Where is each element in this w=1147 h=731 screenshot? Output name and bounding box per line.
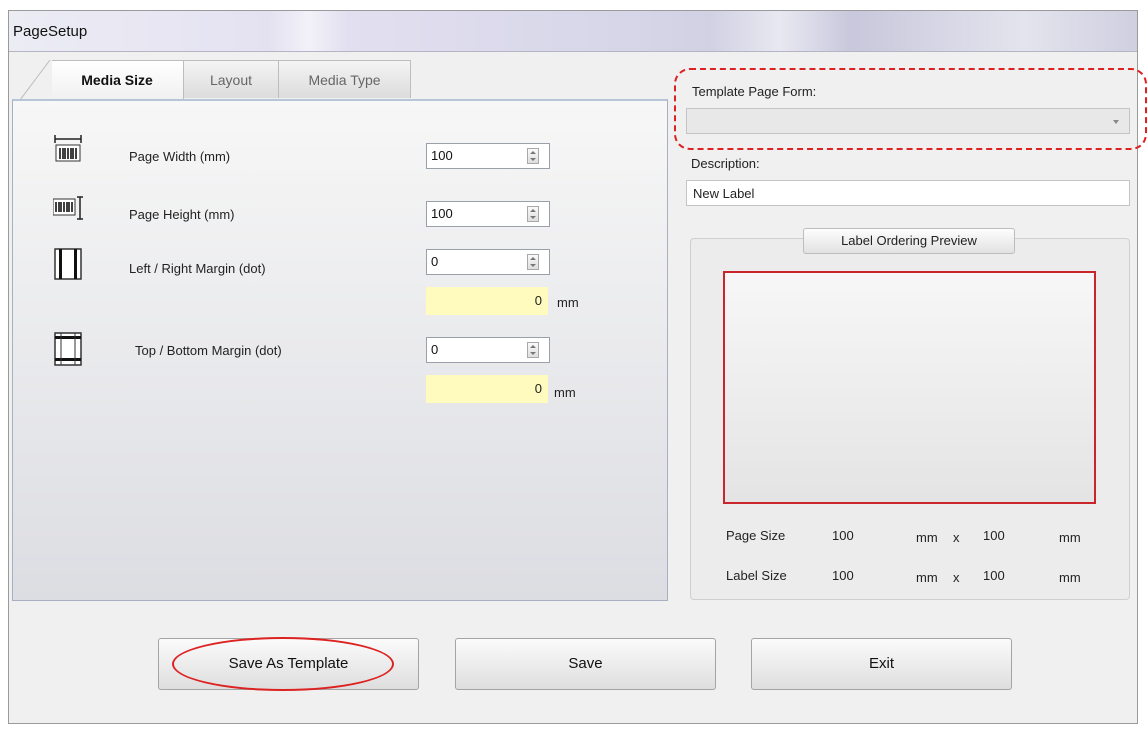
label-size-unit: mm	[916, 570, 938, 585]
template-highlight	[674, 68, 1147, 150]
label-size-unit-2: mm	[1059, 570, 1081, 585]
left-right-margin-field[interactable]: 0	[426, 249, 550, 275]
left-right-margin-label: Left / Right Margin (dot)	[129, 261, 266, 276]
label-size-height: 100	[983, 568, 1005, 583]
page-width-spinner[interactable]	[527, 148, 539, 164]
title-bar-decoration	[269, 11, 349, 51]
page-size-height: 100	[983, 528, 1005, 543]
page-height-label: Page Height (mm)	[129, 207, 235, 222]
description-label: Description:	[691, 156, 760, 171]
top-bottom-margin-label: Top / Bottom Margin (dot)	[135, 343, 282, 358]
page-height-spinner[interactable]	[527, 206, 539, 222]
top-bottom-margin-spinner[interactable]	[527, 342, 539, 358]
description-input[interactable]: New Label	[686, 180, 1130, 206]
left-right-margin-mm: 0	[426, 287, 548, 315]
page-height-icon	[53, 196, 83, 220]
left-right-margin-spinner[interactable]	[527, 254, 539, 270]
tab-media-size[interactable]: Media Size	[50, 60, 184, 100]
tab-layout[interactable]: Layout	[182, 60, 280, 98]
tab-edge	[20, 60, 52, 100]
left-right-margin-value: 0	[431, 254, 439, 269]
top-bottom-margin-mm-value: 0	[534, 381, 542, 396]
tab-media-type[interactable]: Media Type	[278, 60, 411, 98]
label-size-times: x	[953, 570, 960, 585]
left-right-margin-mm-value: 0	[534, 293, 542, 308]
label-preview-canvas	[723, 271, 1096, 504]
page-size-unit-2: mm	[1059, 530, 1081, 545]
save-button[interactable]: Save	[455, 638, 716, 690]
label-size-width: 100	[832, 568, 854, 583]
title-bar-decoration	[709, 11, 849, 51]
page-height-field[interactable]: 100	[426, 201, 550, 227]
page-width-icon	[54, 135, 82, 162]
title-bar: PageSetup	[9, 11, 1137, 52]
left-right-margin-unit: mm	[557, 295, 579, 310]
top-bottom-margin-unit: mm	[554, 385, 576, 400]
page-width-value: 100	[431, 148, 453, 163]
left-right-margin-icon	[54, 248, 82, 280]
page-size-width: 100	[832, 528, 854, 543]
top-bottom-margin-value: 0	[431, 342, 439, 357]
label-ordering-preview-title: Label Ordering Preview	[803, 228, 1015, 254]
exit-button[interactable]: Exit	[751, 638, 1012, 690]
top-bottom-margin-mm: 0	[426, 375, 548, 403]
page-size-label: Page Size	[726, 528, 786, 543]
top-bottom-margin-field[interactable]: 0	[426, 337, 550, 363]
page-width-field[interactable]: 100	[426, 143, 550, 169]
media-size-panel: Page Width (mm) 100 Page Height (mm) 100…	[12, 99, 668, 601]
description-value: New Label	[693, 186, 755, 201]
top-bottom-margin-icon	[54, 332, 82, 366]
page-height-value: 100	[431, 206, 453, 221]
page-size-unit: mm	[916, 530, 938, 545]
page-size-times: x	[953, 530, 960, 545]
label-size-label: Label Size	[726, 568, 787, 583]
page-width-label: Page Width (mm)	[129, 149, 231, 164]
save-as-template-highlight	[172, 637, 394, 691]
window-title: PageSetup	[13, 23, 88, 40]
